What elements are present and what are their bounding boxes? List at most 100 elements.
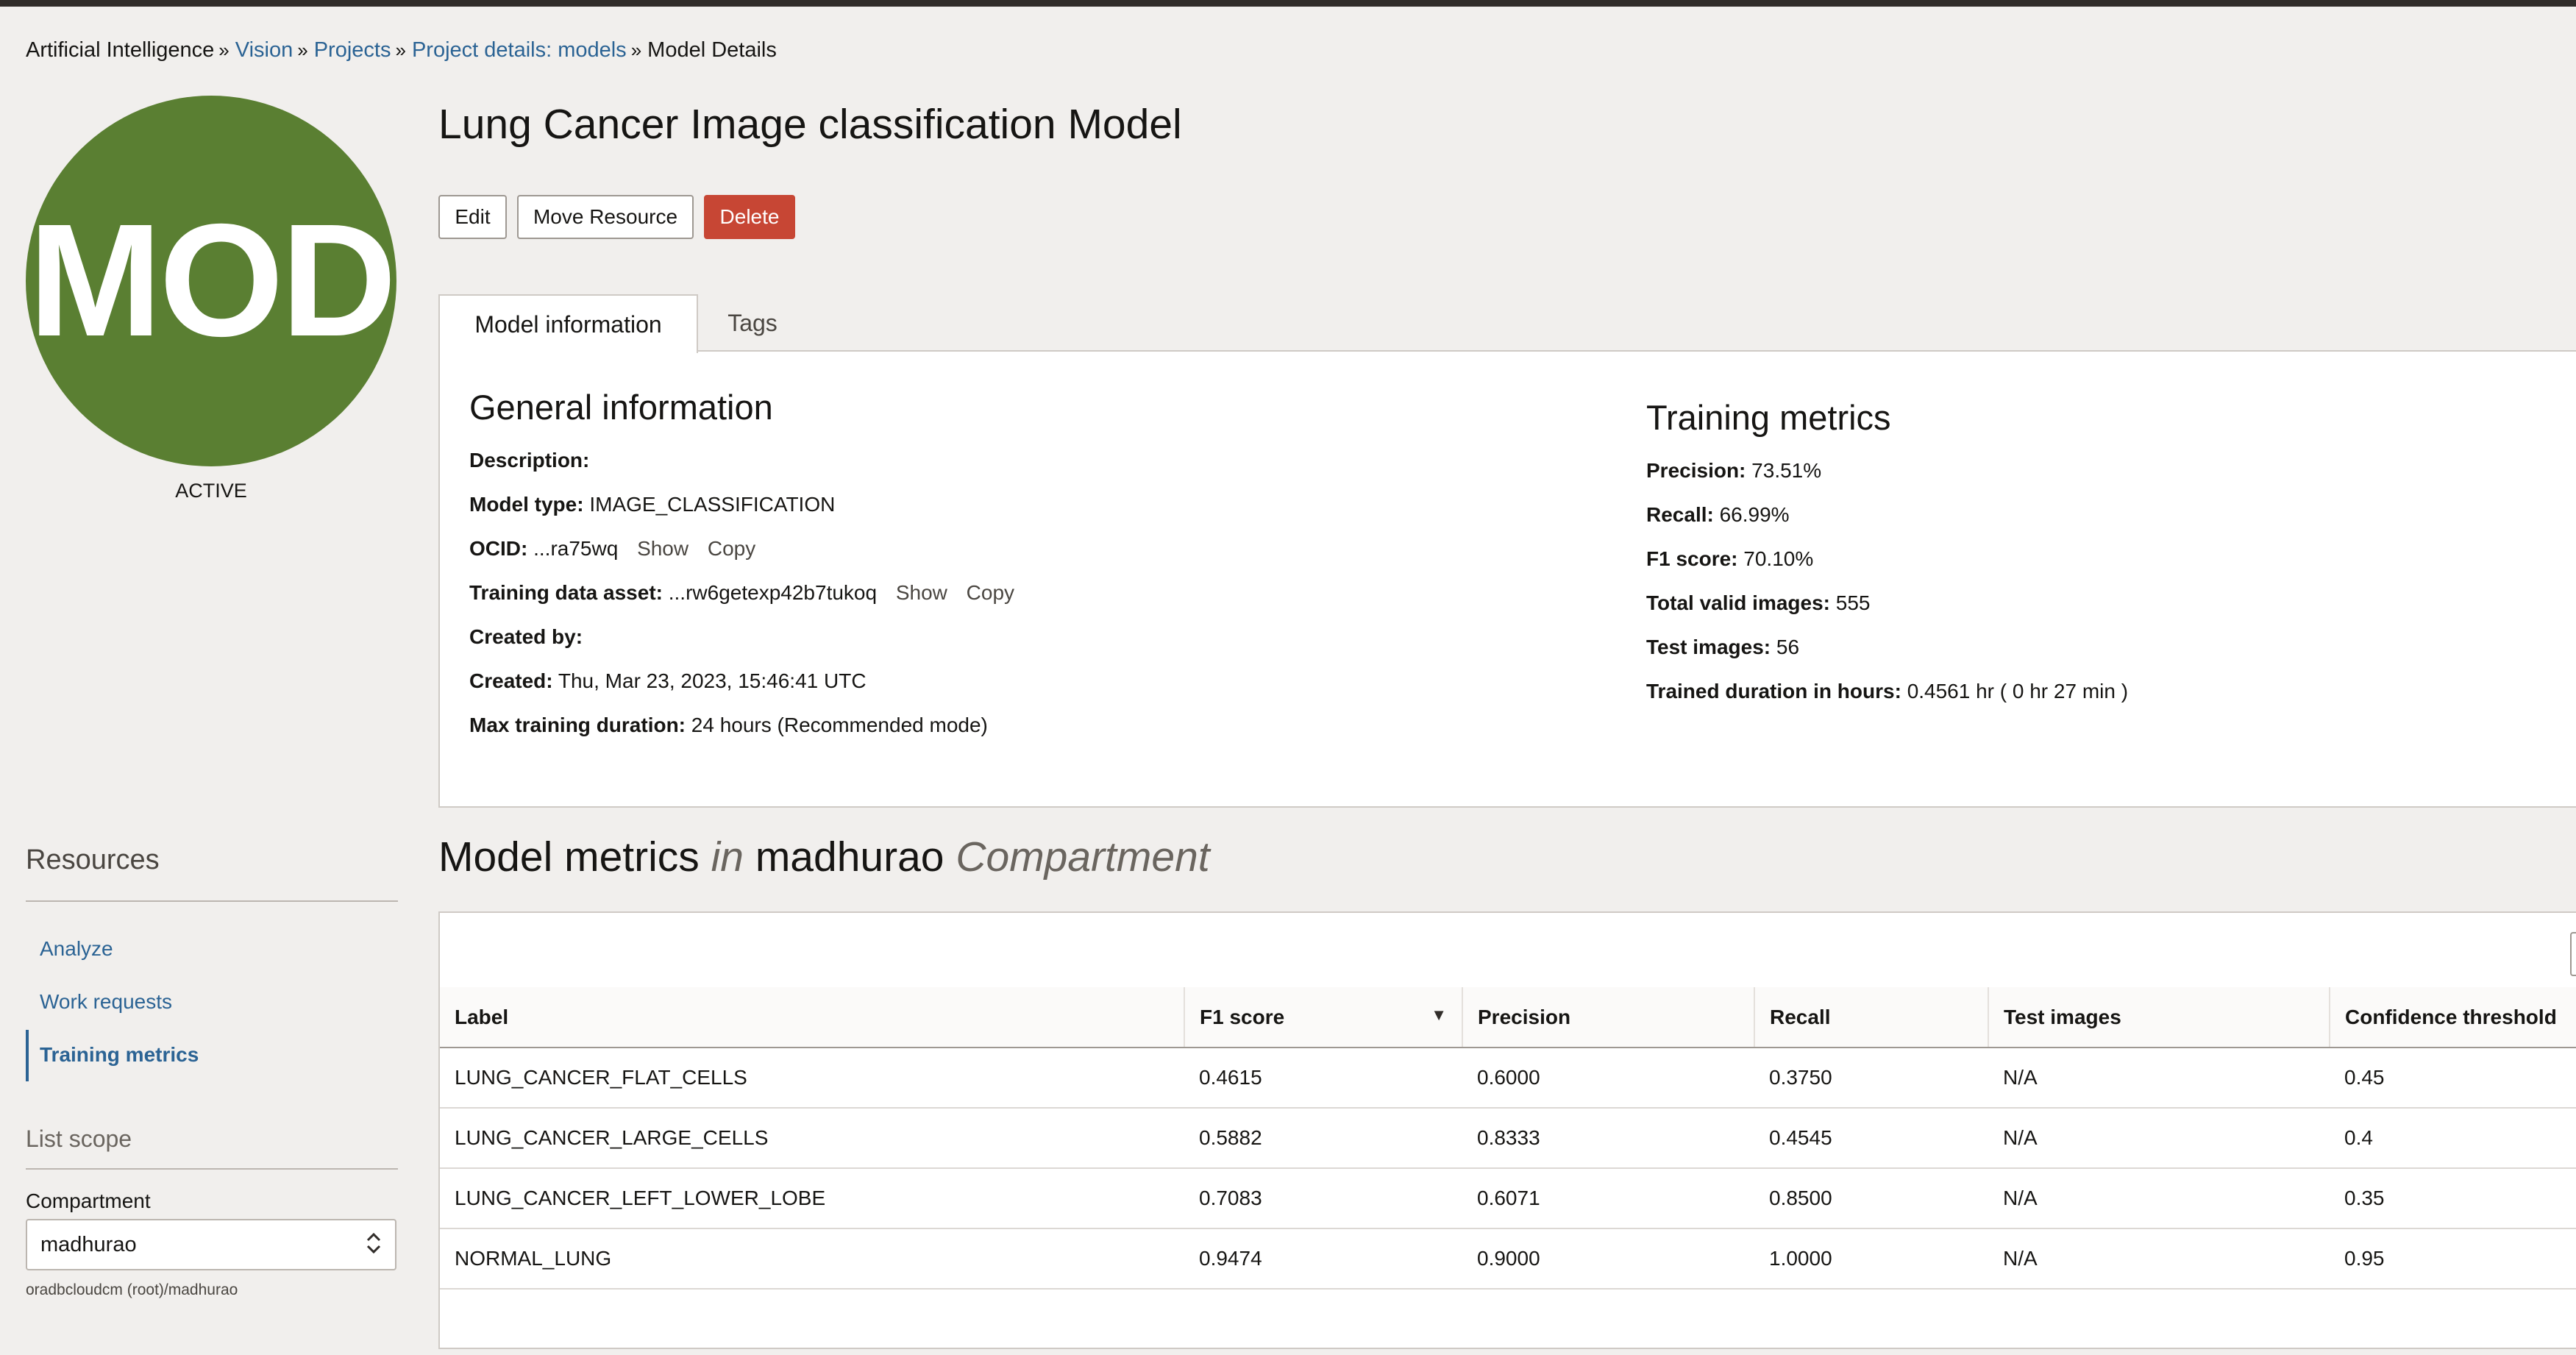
tab-tags[interactable]: Tags (712, 294, 793, 352)
ocid-copy-link[interactable]: Copy (708, 537, 755, 560)
toolbar-control[interactable] (2570, 932, 2576, 976)
cell-label: LUNG_CANCER_FLAT_CELLS (440, 1048, 1184, 1109)
cell-test-images: N/A (1988, 1168, 2330, 1229)
resource-link-work-requests[interactable]: Work requests (40, 990, 172, 1014)
cell-label: LUNG_CANCER_LARGE_CELLS (440, 1108, 1184, 1169)
chevron-up-down-icon (366, 1231, 382, 1259)
move-resource-button[interactable]: Move Resource (517, 195, 694, 239)
avatar-initials: MOD (28, 191, 396, 370)
f1-score-row: F1 score: 70.10% (1646, 547, 1813, 571)
f1-score-label: F1 score: (1646, 547, 1738, 570)
column-recall-text: Recall (1770, 1005, 1831, 1028)
trained-duration-value: 0.4561 hr ( 0 hr 27 min ) (1907, 680, 2129, 703)
top-bar (0, 0, 2576, 7)
cell-recall: 1.0000 (1754, 1228, 1988, 1290)
compartment-path: oradbcloudcm (root)/madhurao (26, 1281, 238, 1298)
column-header-recall[interactable]: Recall (1754, 987, 1989, 1048)
column-test-images-text: Test images (2004, 1005, 2121, 1028)
model-type-row: Model type: IMAGE_CLASSIFICATION (469, 493, 835, 516)
resources-heading: Resources (26, 844, 160, 875)
cell-precision: 0.6071 (1462, 1168, 1754, 1229)
tab-model-information[interactable]: Model information (438, 294, 698, 353)
active-resource-indicator (26, 1030, 29, 1081)
column-label-text: Label (455, 1005, 509, 1028)
cell-label: LUNG_CANCER_LEFT_LOWER_LOBE (440, 1168, 1184, 1229)
created-by-row: Created by: (469, 625, 583, 649)
table-row: LUNG_CANCER_LARGE_CELLS 0.5882 0.8333 0.… (440, 1108, 2576, 1169)
model-metrics-table-container: Label F1 score ▼ Precision Recall Test im… (438, 911, 2576, 1349)
max-training-duration-label: Max training duration: (469, 714, 686, 736)
general-information-heading: General information (469, 388, 773, 427)
cell-recall: 0.8500 (1754, 1168, 1988, 1229)
table-row: NORMAL_LUNG 0.9474 0.9000 1.0000 N/A 0.9… (440, 1228, 2576, 1290)
test-images-value: 56 (1776, 636, 1800, 658)
description-label: Description: (469, 449, 590, 472)
column-header-label[interactable]: Label (440, 987, 1185, 1048)
test-images-row: Test images: 56 (1646, 636, 1799, 659)
page-title: Lung Cancer Image classification Model (438, 101, 1182, 148)
status-label: ACTIVE (175, 480, 247, 502)
cell-confidence-threshold: 0.95 (2330, 1228, 2576, 1290)
ocid-show-link[interactable]: Show (637, 537, 689, 560)
training-data-asset-row: Training data asset: ...rw6getexp42b7tuk… (469, 581, 1014, 605)
breadcrumb-separator: » (297, 39, 308, 61)
test-images-label: Test images: (1646, 636, 1771, 658)
sort-descending-icon[interactable]: ▼ (1431, 1006, 1447, 1025)
column-precision-text: Precision (1478, 1005, 1571, 1028)
model-type-label: Model type: (469, 493, 584, 516)
table-row: LUNG_CANCER_LEFT_LOWER_LOBE 0.7083 0.607… (440, 1168, 2576, 1229)
breadcrumb-projects-link[interactable]: Projects (314, 38, 391, 62)
model-type-value: IMAGE_CLASSIFICATION (589, 493, 836, 516)
asset-copy-link[interactable]: Copy (967, 581, 1014, 604)
training-data-asset-label: Training data asset: (469, 581, 663, 604)
recall-row: Recall: 66.99% (1646, 503, 1790, 527)
total-valid-images-value: 555 (1835, 591, 1871, 614)
breadcrumb-project-details-link[interactable]: Project details: models (412, 38, 627, 62)
cell-confidence-threshold: 0.35 (2330, 1168, 2576, 1229)
model-information-panel: General information Description: Model t… (438, 350, 2576, 808)
delete-button[interactable]: Delete (704, 195, 795, 239)
column-confidence-text: Confidence threshold (2345, 1005, 2557, 1028)
model-avatar: MOD (26, 96, 396, 466)
cell-test-images: N/A (1988, 1048, 2330, 1109)
model-metrics-table: Label F1 score ▼ Precision Recall Test im… (440, 987, 2576, 1290)
cell-recall: 0.4545 (1754, 1108, 1988, 1169)
column-header-precision[interactable]: Precision (1462, 987, 1755, 1048)
asset-show-link[interactable]: Show (896, 581, 947, 604)
list-scope-heading: List scope (26, 1125, 132, 1152)
compartment-label: Compartment (26, 1189, 151, 1212)
created-value: Thu, Mar 23, 2023, 15:46:41 UTC (558, 669, 867, 692)
training-metrics-heading: Training metrics (1646, 398, 1891, 437)
precision-value: 73.51% (1751, 459, 1822, 482)
breadcrumb-separator: » (395, 39, 406, 61)
ocid-row: OCID: ...ra75wq Show Copy (469, 537, 755, 561)
edit-button[interactable]: Edit (438, 195, 507, 239)
breadcrumb: Artificial Intelligence» Vision» Projects»… (26, 38, 777, 63)
created-row: Created: Thu, Mar 23, 2023, 15:46:41 UTC (469, 669, 867, 693)
description-row: Description: (469, 449, 589, 472)
breadcrumb-vision-link[interactable]: Vision (235, 38, 293, 62)
breadcrumb-current: Model Details (647, 38, 777, 62)
f1-score-value: 70.10% (1743, 547, 1814, 570)
metrics-title-main: Model metrics (438, 833, 700, 881)
compartment-select[interactable]: madhurao (26, 1219, 396, 1270)
total-valid-images-row: Total valid images: 555 (1646, 591, 1871, 615)
metrics-title-suffix: Compartment (956, 833, 1210, 881)
recall-label: Recall: (1646, 503, 1714, 526)
resource-link-analyze[interactable]: Analyze (40, 937, 113, 961)
column-header-test-images[interactable]: Test images (1988, 987, 2330, 1048)
cell-test-images: N/A (1988, 1228, 2330, 1290)
cell-f1-score: 0.4615 (1184, 1048, 1462, 1109)
cell-test-images: N/A (1988, 1108, 2330, 1169)
trained-duration-row: Trained duration in hours: 0.4561 hr ( 0… (1646, 680, 2128, 703)
cell-label: NORMAL_LUNG (440, 1228, 1184, 1290)
trained-duration-label: Trained duration in hours: (1646, 680, 1901, 703)
compartment-select-value: madhurao (40, 1232, 137, 1256)
column-header-confidence-threshold[interactable]: Confidence threshold (2330, 987, 2576, 1048)
breadcrumb-separator: » (218, 39, 230, 61)
breadcrumb-ai: Artificial Intelligence (26, 38, 215, 62)
column-header-f1-score[interactable]: F1 score ▼ (1184, 987, 1463, 1048)
table-toolbar (440, 913, 2576, 989)
resource-link-training-metrics[interactable]: Training metrics (40, 1043, 199, 1067)
model-metrics-heading: Model metrics in madhurao Compartment (438, 833, 1210, 881)
